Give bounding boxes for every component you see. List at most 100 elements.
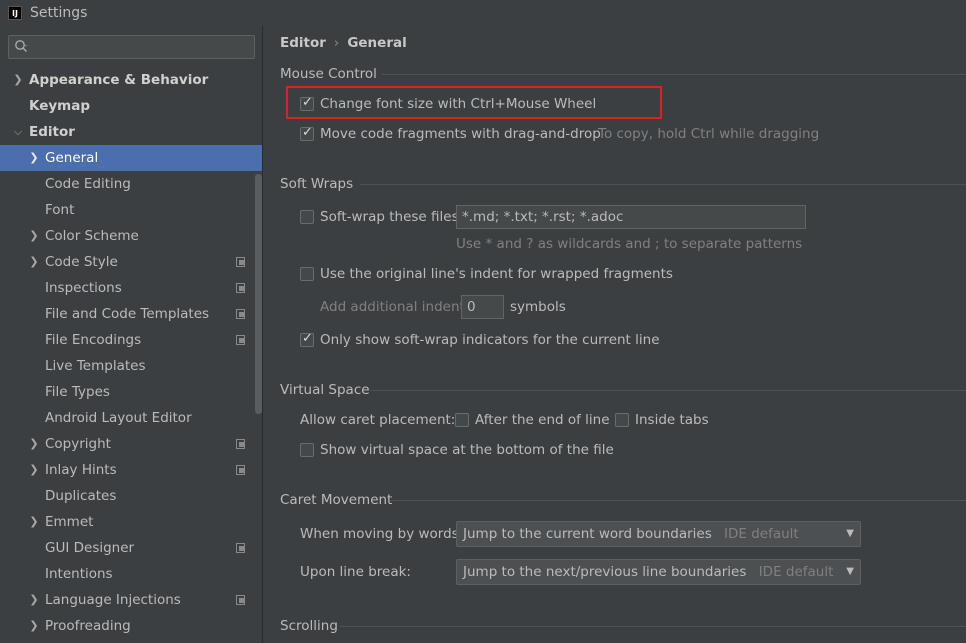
soft-wrap-files-input[interactable]: *.md; *.txt; *.rst; *.adoc: [456, 205, 806, 229]
sidebar-item-inspections[interactable]: Inspections: [0, 275, 262, 301]
sidebar-item-language-injections[interactable]: ❯ Language Injections: [0, 587, 262, 613]
section-divider: [360, 184, 966, 185]
moving-by-words-select[interactable]: Jump to the current word boundaries IDE …: [456, 521, 861, 547]
breadcrumb: Editor › General: [280, 35, 407, 51]
sidebar-item-file-code-templates[interactable]: File and Code Templates: [0, 301, 262, 327]
sidebar-item-code-style[interactable]: ❯ Code Style: [0, 249, 262, 275]
drag-drop-checkbox[interactable]: [300, 125, 314, 141]
section-divider: [382, 74, 966, 75]
soft-wrap-files-hint: Use * and ? as wildcards and ; to separa…: [456, 236, 803, 252]
chevron-right-icon[interactable]: ❯: [28, 587, 40, 613]
sidebar-item-keymap[interactable]: Keymap: [0, 93, 262, 119]
sidebar-item-label: Proofreading: [45, 618, 131, 634]
inside-tabs-label: Inside tabs: [635, 412, 709, 428]
moving-by-words-value: Jump to the current word boundaries: [463, 526, 712, 542]
sidebar-item-android-layout-editor[interactable]: Android Layout Editor: [0, 405, 262, 431]
sidebar-item-proofreading[interactable]: ❯ Proofreading: [0, 613, 262, 639]
chevron-right-icon[interactable]: ❯: [28, 457, 40, 483]
sidebar-item-emmet[interactable]: ❯ Emmet: [0, 509, 262, 535]
project-settings-icon: [236, 465, 245, 475]
breadcrumb-parent[interactable]: Editor: [280, 35, 326, 51]
sidebar-item-file-types[interactable]: File Types: [0, 379, 262, 405]
virtual-bottom-label: Show virtual space at the bottom of the …: [320, 442, 614, 458]
soft-wrap-files-checkbox[interactable]: [300, 210, 314, 224]
original-indent-checkbox[interactable]: [300, 267, 314, 281]
section-title-mouse-control: Mouse Control: [280, 66, 377, 82]
moving-by-words-label: When moving by words:: [300, 526, 464, 542]
sidebar-scrollbar[interactable]: [255, 174, 262, 414]
sidebar-item-appearance-behavior[interactable]: ❯ Appearance & Behavior: [0, 67, 262, 93]
chevron-right-icon[interactable]: ❯: [28, 613, 40, 639]
sidebar-item-editor[interactable]: ⌵ Editor: [0, 119, 262, 145]
sidebar-item-live-templates[interactable]: Live Templates: [0, 353, 262, 379]
section-title-soft-wraps: Soft Wraps: [280, 176, 354, 192]
section-divider: [340, 626, 966, 627]
section-divider: [370, 390, 966, 391]
moving-by-words-default: IDE default: [724, 526, 799, 542]
breadcrumb-current: General: [347, 35, 407, 51]
sidebar-item-label: Editor: [29, 124, 75, 140]
chevron-right-icon[interactable]: ❯: [12, 67, 24, 93]
sidebar-item-intentions[interactable]: Intentions: [0, 561, 262, 587]
section-title-scrolling: Scrolling: [280, 618, 338, 634]
sidebar-item-label: GUI Designer: [45, 540, 135, 556]
sidebar-item-file-encodings[interactable]: File Encodings: [0, 327, 262, 353]
sidebar-item-label: Language Injections: [45, 592, 181, 608]
project-settings-icon: [236, 439, 245, 449]
chevron-right-icon[interactable]: ❯: [28, 145, 40, 171]
line-break-default: IDE default: [758, 564, 834, 580]
drag-drop-label: Move code fragments with drag-and-drop: [320, 126, 601, 142]
sidebar-item-label: Appearance & Behavior: [29, 72, 209, 88]
project-settings-icon: [236, 543, 245, 553]
project-settings-icon: [236, 283, 245, 293]
sidebar-item-gui-designer[interactable]: GUI Designer: [0, 535, 262, 561]
line-break-value: Jump to the next/previous line boundarie…: [463, 564, 747, 580]
chevron-right-icon[interactable]: ❯: [28, 223, 40, 249]
soft-wrap-files-label: Soft-wrap these files:: [320, 209, 464, 225]
sidebar-item-font[interactable]: Font: [0, 197, 262, 223]
highlight-box: [286, 86, 662, 119]
sidebar-item-label: Keymap: [29, 98, 91, 114]
sidebar-item-label: File and Code Templates: [45, 306, 210, 322]
dropdown-arrow-icon: ▼: [846, 528, 854, 539]
chevron-right-icon[interactable]: ❯: [28, 509, 40, 535]
dropdown-arrow-icon: ▼: [846, 566, 854, 577]
settings-sidebar: ❯ Appearance & Behavior Keymap ⌵ Editor …: [0, 26, 263, 643]
sidebar-item-label: Live Templates: [45, 358, 146, 374]
sidebar-item-label: Android Layout Editor: [45, 410, 192, 426]
sidebar-item-label: File Types: [45, 384, 110, 400]
sidebar-item-label: File Encodings: [45, 332, 142, 348]
drag-drop-hint: To copy, hold Ctrl while dragging: [598, 126, 820, 142]
sidebar-item-code-editing[interactable]: Code Editing: [0, 171, 262, 197]
sidebar-item-label: Intentions: [45, 566, 113, 582]
chevron-right-icon[interactable]: ❯: [28, 249, 40, 275]
original-indent-label: Use the original line's indent for wrapp…: [320, 266, 673, 282]
soft-wrap-indicators-checkbox[interactable]: [300, 331, 314, 347]
additional-indent-unit: symbols: [510, 299, 566, 315]
sidebar-item-general[interactable]: ❯ General: [0, 145, 262, 171]
settings-tree: ❯ Appearance & Behavior Keymap ⌵ Editor …: [0, 67, 262, 639]
project-settings-icon: [236, 257, 245, 267]
project-settings-icon: [236, 309, 245, 319]
caret-placement-label: Allow caret placement:: [300, 412, 456, 428]
after-end-checkbox[interactable]: [455, 413, 469, 427]
search-box[interactable]: [8, 35, 255, 59]
section-title-virtual-space: Virtual Space: [280, 382, 370, 398]
additional-indent-input[interactable]: 0: [461, 295, 504, 319]
chevron-down-icon[interactable]: ⌵: [12, 119, 24, 145]
sidebar-item-copyright[interactable]: ❯ Copyright: [0, 431, 262, 457]
sidebar-item-duplicates[interactable]: Duplicates: [0, 483, 262, 509]
intellij-logo-icon: IJ: [8, 6, 22, 20]
search-input[interactable]: [35, 38, 250, 56]
line-break-label: Upon line break:: [300, 564, 411, 580]
sidebar-item-label: Inlay Hints: [45, 462, 117, 478]
sidebar-item-label: Code Editing: [45, 176, 131, 192]
inside-tabs-checkbox[interactable]: [615, 413, 629, 427]
line-break-select[interactable]: Jump to the next/previous line boundarie…: [456, 559, 861, 585]
sidebar-item-color-scheme[interactable]: ❯ Color Scheme: [0, 223, 262, 249]
sidebar-item-label: Duplicates: [45, 488, 117, 504]
window-title: Settings: [30, 5, 88, 21]
sidebar-item-inlay-hints[interactable]: ❯ Inlay Hints: [0, 457, 262, 483]
virtual-bottom-checkbox[interactable]: [300, 443, 314, 457]
chevron-right-icon[interactable]: ❯: [28, 431, 40, 457]
